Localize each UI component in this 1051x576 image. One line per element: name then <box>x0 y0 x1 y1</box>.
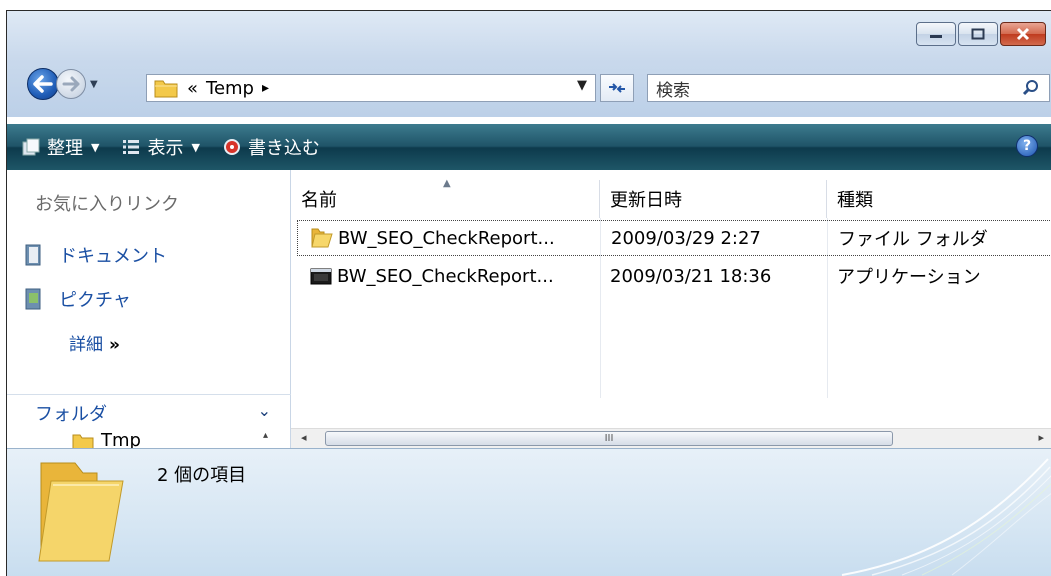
file-type: ファイル フォルダ <box>838 229 988 250</box>
organize-menu[interactable]: 整理 ▼ <box>21 134 99 160</box>
favorite-links-title: お気に入りリンク <box>35 194 179 215</box>
views-menu[interactable]: 表示 ▼ <box>121 134 200 160</box>
back-button[interactable] <box>27 68 59 100</box>
address-dropdown-icon[interactable]: ▼ <box>577 78 587 93</box>
maximize-icon <box>971 28 985 40</box>
minimize-icon <box>930 35 942 38</box>
details-pane: 2 個の項目 <box>7 448 1051 576</box>
column-header-label: 名前 <box>301 190 337 211</box>
minimize-button[interactable] <box>916 22 956 46</box>
file-row[interactable]: BW_SEO_CheckReport... 2009/03/21 18:36 ア… <box>297 258 1051 294</box>
caption-buttons <box>914 22 1046 46</box>
favorite-link-label: ピクチャ <box>59 290 131 311</box>
address-prefix[interactable]: « <box>187 78 198 99</box>
file-name: BW_SEO_CheckReport... <box>337 265 554 287</box>
views-icon <box>121 137 141 157</box>
folders-label: フォルダ <box>35 403 107 425</box>
file-row[interactable]: BW_SEO_CheckReport... 2009/03/29 2:27 ファ… <box>297 220 1051 256</box>
command-toolbar: 整理 ▼ 表示 ▼ 書き込む ? <box>7 124 1051 170</box>
favorite-link-pictures[interactable]: ピクチャ <box>25 286 131 312</box>
item-count: 2 個の項目 <box>157 465 247 486</box>
title-bar: ▼ « Temp ▸ ▼ 検索 <box>7 11 1051 117</box>
recent-pages-dropdown[interactable]: ▼ <box>90 79 98 90</box>
navigation-buttons: ▼ <box>27 68 98 100</box>
favorite-link-label: ドキュメント <box>59 246 167 267</box>
back-arrow-icon <box>33 75 53 93</box>
address-crumb-temp[interactable]: Temp <box>206 78 254 99</box>
burn-label: 書き込む <box>247 138 320 159</box>
close-icon <box>1016 27 1030 41</box>
organize-label: 整理 <box>47 138 83 159</box>
folder-icon <box>311 228 333 248</box>
horizontal-scrollbar[interactable]: ◂ III ▸ <box>291 428 1051 448</box>
large-folder-icon <box>38 462 124 562</box>
burn-button[interactable]: 書き込む <box>222 134 320 160</box>
folder-icon <box>154 80 178 98</box>
file-modified: 2009/03/21 18:36 <box>610 265 772 287</box>
folder-icon <box>72 434 94 450</box>
forward-arrow-icon <box>62 76 80 92</box>
decorative-swoosh <box>841 458 1051 576</box>
more-links-label: 詳細 <box>69 335 103 355</box>
close-button[interactable] <box>1000 22 1046 46</box>
file-name: BW_SEO_CheckReport... <box>338 227 555 249</box>
views-dropdown-icon: ▼ <box>191 140 200 154</box>
column-header-label: 更新日時 <box>610 190 682 211</box>
help-button[interactable]: ? <box>1016 135 1038 157</box>
column-header-name[interactable]: 名前 ▲ <box>291 178 600 218</box>
refresh-button[interactable] <box>600 74 634 102</box>
sort-ascending-icon: ▲ <box>443 178 451 189</box>
search-placeholder: 検索 <box>656 80 690 101</box>
column-header-label: 種類 <box>837 190 873 211</box>
pictures-icon <box>25 288 43 310</box>
refresh-icon <box>609 83 625 93</box>
column-header-modified[interactable]: 更新日時 <box>600 180 827 218</box>
favorite-link-documents[interactable]: ドキュメント <box>25 242 167 268</box>
address-separator[interactable]: ▸ <box>262 80 269 96</box>
column-headers: 名前 ▲ 更新日時 種類 <box>291 178 1051 218</box>
help-icon: ? <box>1022 138 1032 154</box>
organize-dropdown-icon: ▼ <box>91 140 100 154</box>
file-type: アプリケーション <box>837 267 981 288</box>
organize-icon <box>21 137 41 157</box>
chevron-down-icon: ⌄ <box>257 401 271 420</box>
navigation-pane: お気に入りリンク ドキュメント ピクチャ 詳細» フォルダ ⌄ Tmp ▴ <box>7 170 291 451</box>
tree-scroll-up[interactable]: ▴ <box>263 430 279 448</box>
column-header-type[interactable]: 種類 <box>827 180 1051 218</box>
search-box[interactable]: 検索 <box>647 74 1050 102</box>
file-list: 名前 ▲ 更新日時 種類 BW_SEO_CheckReport... 2009/… <box>291 170 1051 448</box>
forward-button[interactable] <box>56 69 86 99</box>
scrollbar-thumb[interactable]: III <box>325 431 893 446</box>
documents-icon <box>25 244 43 266</box>
folders-header[interactable]: フォルダ ⌄ <box>7 394 291 430</box>
more-chevron-icon: » <box>109 335 120 355</box>
maximize-button[interactable] <box>958 22 998 46</box>
file-modified: 2009/03/29 2:27 <box>611 227 761 249</box>
search-icon[interactable] <box>1021 78 1041 98</box>
burn-disc-icon <box>222 137 242 157</box>
views-label: 表示 <box>147 138 184 159</box>
scroll-left-arrow[interactable]: ◂ <box>301 431 307 444</box>
application-icon <box>310 268 332 285</box>
explorer-window: ▼ « Temp ▸ ▼ 検索 整理 ▼ 表示 ▼ 書き込む ? お気に入りリン… <box>6 10 1051 576</box>
scrollbar-grip: III <box>604 433 614 444</box>
scroll-right-arrow[interactable]: ▸ <box>1038 431 1044 444</box>
more-links-button[interactable]: 詳細 » <box>69 330 120 355</box>
address-bar[interactable]: « Temp ▸ ▼ <box>146 74 596 102</box>
